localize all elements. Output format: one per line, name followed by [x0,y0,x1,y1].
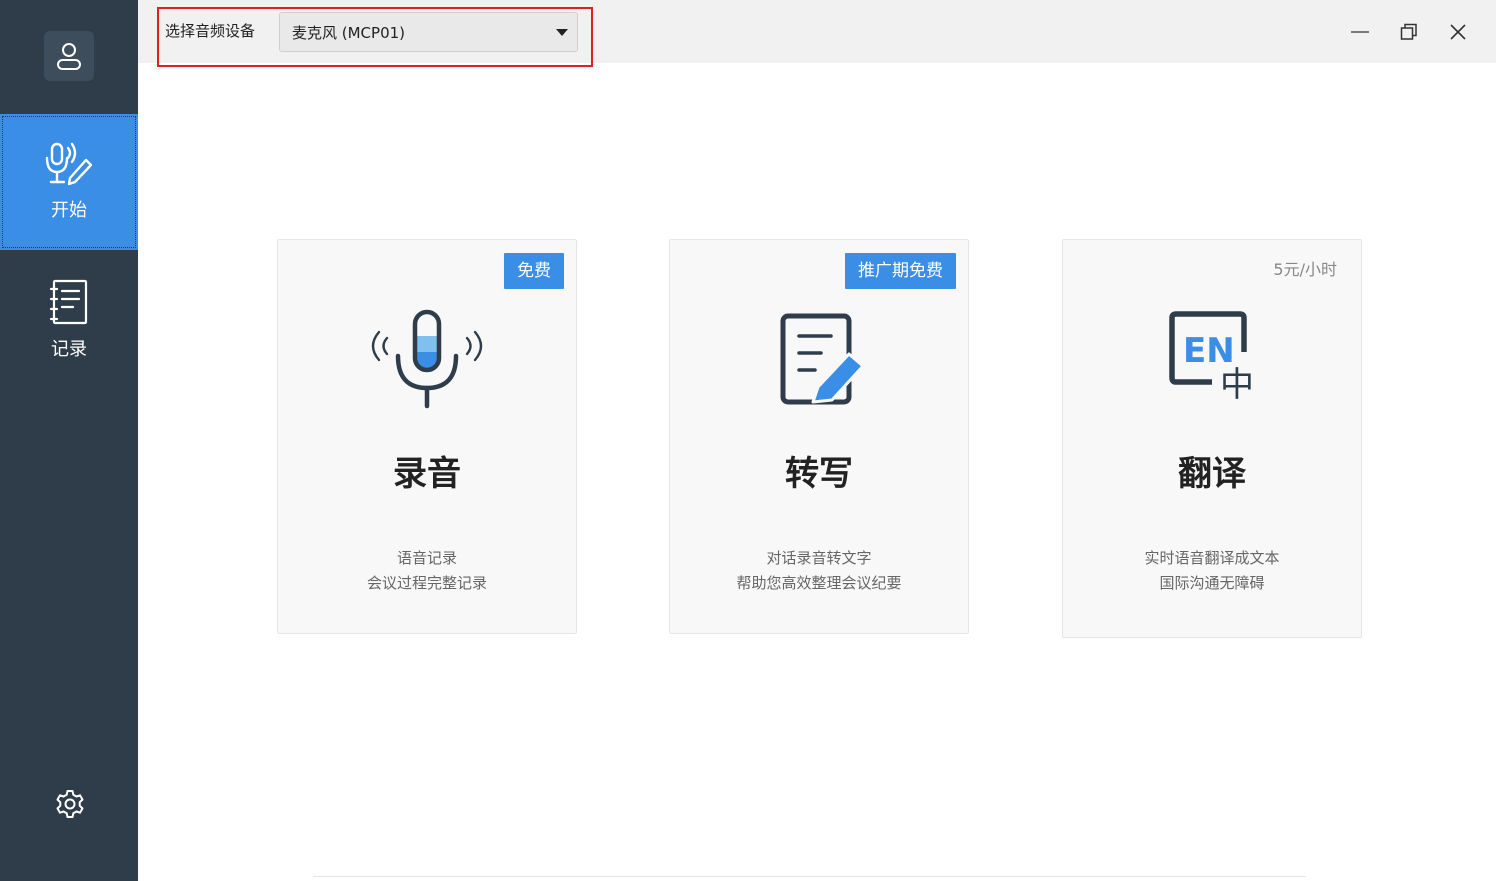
card-title: 翻译 [1178,454,1246,494]
card-icon-wrap [278,300,576,415]
free-badge: 免费 [504,253,564,289]
restore-button[interactable] [1391,14,1427,50]
transcribe-card[interactable]: 推广期免费 转写 对话录音转文字 帮助您高效整理会议纪要 [669,239,969,634]
audio-device-dropdown[interactable]: 麦克风 (MCP01) [279,12,578,52]
close-icon [1450,24,1466,40]
sidebar-item-label: 记录 [51,339,87,360]
chevron-down-icon [556,29,568,36]
audio-device-value: 麦克风 (MCP01) [292,24,406,42]
card-title: 转写 [785,454,853,494]
card-description: 语音记录 [396,549,457,567]
sidebar-item-records[interactable]: 记录 [0,252,138,388]
divider [313,876,1306,877]
translate-card[interactable]: 5元/小时 EN 中 翻译 实时语音翻译成文本 国际沟通无障碍 [1062,239,1362,638]
card-icon-wrap [670,300,968,415]
minimize-button[interactable] [1342,14,1378,50]
gear-icon [56,790,84,818]
card-description: 对话录音转文字 [766,549,872,567]
card-description: 实时语音翻译成文本 [1144,549,1280,567]
audio-device-label: 选择音频设备 [165,22,256,40]
sidebar-item-label: 开始 [51,200,87,221]
price-label: 5元/小时 [1273,260,1337,279]
close-button[interactable] [1440,14,1476,50]
card-description: 会议过程完整记录 [366,574,487,592]
card-title: 录音 [393,454,461,494]
title-bar: 选择音频设备 麦克风 (MCP01) [138,0,1496,67]
settings-button[interactable] [52,786,88,822]
app-window: 开始 记录 选择音频设备 麦克风 (MCP01) 免费 录音 语音记录 会议过程… [0,0,1496,881]
card-description: 国际沟通无障碍 [1159,574,1265,592]
user-icon [57,43,81,70]
card-description: 帮助您高效整理会议纪要 [736,574,902,592]
record-card[interactable]: 免费 录音 语音记录 会议过程完整记录 [277,239,577,634]
svg-text:中: 中 [1220,365,1254,405]
mic-pen-icon [45,142,93,186]
avatar[interactable] [44,31,94,81]
document-pen-icon [780,313,865,404]
en-zh-translate-icon: EN 中 [1169,310,1254,405]
sidebar-item-start[interactable]: 开始 [0,114,138,250]
restore-icon [1400,23,1417,40]
card-icon-wrap: EN 中 [1063,300,1361,415]
sidebar: 开始 记录 [0,0,138,881]
notebook-icon [49,279,88,325]
minimize-icon [1351,31,1369,33]
microphone-icon [371,309,483,408]
promo-free-badge: 推广期免费 [845,253,956,289]
audio-device-selector-group: 选择音频设备 麦克风 (MCP01) [157,7,593,67]
